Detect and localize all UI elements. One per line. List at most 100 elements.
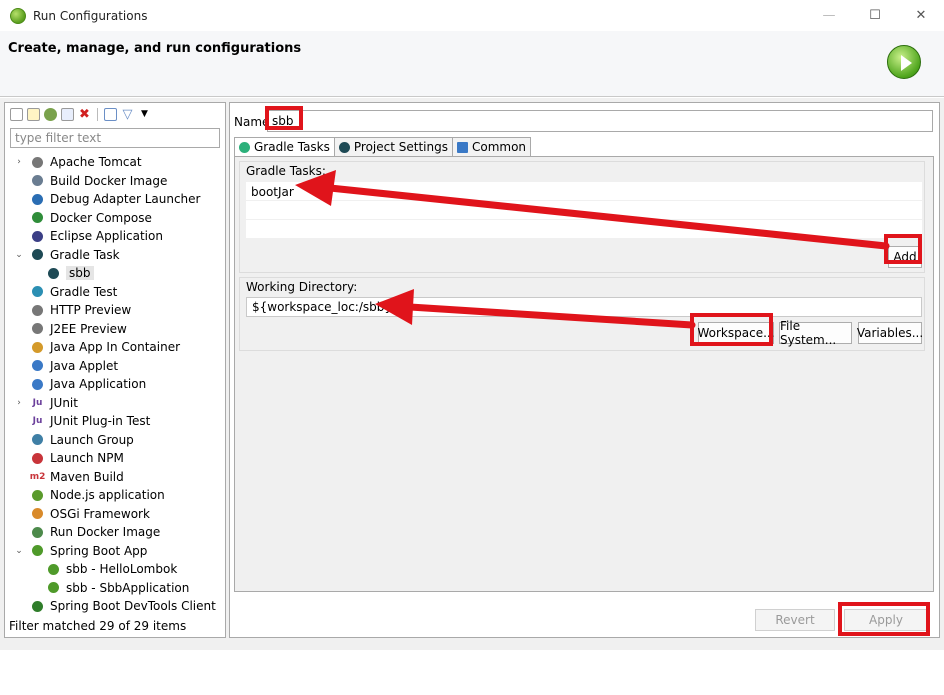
common-icon: [456, 141, 468, 153]
tree-item-label: Java Applet: [50, 358, 119, 373]
tree-item[interactable]: Launch Group: [5, 431, 225, 450]
tree-item[interactable]: Java App In Container: [5, 338, 225, 357]
tree-item[interactable]: Spring Boot DevTools Client: [5, 597, 225, 616]
expand-toggle-icon[interactable]: ⌄: [13, 250, 25, 260]
tree-toolbar: ✖ ▽ ▼: [5, 103, 225, 125]
task-row[interactable]: bootJar: [246, 182, 922, 201]
close-button[interactable]: ✕: [898, 0, 944, 31]
tree-item[interactable]: ⌄ Gradle Task: [5, 246, 225, 265]
working-directory-input[interactable]: ${workspace_loc:/sbb}: [246, 297, 922, 317]
tree-item[interactable]: Build Docker Image: [5, 172, 225, 191]
tab-common[interactable]: Common: [451, 137, 532, 156]
file-system-button[interactable]: File System...: [779, 319, 852, 347]
filter-icon[interactable]: ▽: [121, 108, 134, 121]
tree-item[interactable]: Launch NPM: [5, 449, 225, 468]
tree-item[interactable]: Ju JUnit Plug-in Test: [5, 412, 225, 431]
tree-item-label: Gradle Task: [50, 247, 120, 262]
new-configuration-icon[interactable]: [10, 107, 23, 121]
tab-label: Common: [471, 140, 527, 154]
working-directory-label: Working Directory:: [246, 280, 358, 294]
tree-item-label: Node.js application: [50, 488, 165, 503]
apply-button[interactable]: Apply: [844, 609, 928, 631]
tree-item-label: Java Application: [50, 377, 147, 392]
tree-item[interactable]: Java Application: [5, 375, 225, 394]
eclipse-icon: [32, 230, 43, 242]
tree-item[interactable]: sbb: [5, 264, 225, 283]
gradle-tasks-group: Gradle Tasks: bootJar Add: [239, 161, 925, 273]
spring-boot-icon: [32, 545, 43, 557]
filter-input[interactable]: type filter text: [10, 128, 220, 148]
tree-item-label: Launch Group: [50, 432, 134, 447]
spring-devtools-icon: [32, 600, 43, 612]
expand-toggle-icon[interactable]: ›: [13, 157, 25, 167]
minimize-button[interactable]: —: [806, 0, 852, 31]
expand-toggle-icon[interactable]: ⌄: [13, 546, 25, 556]
tree-item[interactable]: m2 Maven Build: [5, 468, 225, 487]
tomcat-icon: [32, 156, 43, 168]
duplicate-icon[interactable]: [61, 107, 74, 121]
tree-item-label: Build Docker Image: [50, 173, 168, 188]
tree-item-label: J2EE Preview: [50, 321, 127, 336]
add-task-button[interactable]: Add: [888, 246, 922, 268]
spring-boot-icon: [48, 563, 59, 575]
maximize-button[interactable]: ☐: [852, 0, 898, 31]
variables-button[interactable]: Variables...: [857, 322, 923, 344]
tree-item[interactable]: Docker Compose: [5, 209, 225, 228]
maven-icon: m2: [29, 471, 46, 482]
tree-item-label: Docker Compose: [50, 210, 152, 225]
junit-plugin-icon: Ju: [32, 416, 43, 427]
gradle-tasks-list[interactable]: bootJar: [246, 182, 922, 239]
tab-label: Project Settings: [353, 140, 448, 154]
docker-build-icon: [32, 175, 43, 187]
tab-gradle-tasks[interactable]: Gradle Tasks: [234, 137, 335, 156]
tree-item[interactable]: J2EE Preview: [5, 320, 225, 339]
gradle-tasks-tab-body: Gradle Tasks: bootJar Add Working Direct…: [234, 156, 934, 592]
tree-item[interactable]: Node.js application: [5, 486, 225, 505]
gradle-tasks-label: Gradle Tasks:: [246, 164, 326, 178]
tree-item[interactable]: Run Docker Image: [5, 523, 225, 542]
workspace-button[interactable]: Workspace...: [697, 322, 775, 344]
gradle-icon: [338, 141, 350, 153]
tree-item[interactable]: › Apache Tomcat: [5, 153, 225, 172]
banner-title: Create, manage, and run configurations: [8, 41, 302, 56]
filter-status: Filter matched 29 of 29 items: [9, 619, 187, 633]
title-bar: Run Configurations — ☐ ✕: [0, 0, 944, 31]
new-prototype-icon[interactable]: [27, 107, 40, 121]
tree-item-label: sbb - SbbApplication: [66, 580, 190, 595]
tree-item[interactable]: Debug Adapter Launcher: [5, 190, 225, 209]
tree-item[interactable]: sbb - SbbApplication: [5, 579, 225, 598]
toolbar-separator: [97, 107, 98, 121]
java-applet-icon: [32, 360, 43, 372]
tree-item-label: Spring Boot DevTools Client: [50, 599, 216, 614]
tree-item[interactable]: Gradle Test: [5, 283, 225, 302]
dialog-content: ✖ ▽ ▼ type filter text › Apache Tomcat Bui…: [0, 98, 944, 650]
tree-item-label: Debug Adapter Launcher: [50, 192, 201, 207]
tree-item[interactable]: HTTP Preview: [5, 301, 225, 320]
expand-toggle-icon[interactable]: ›: [13, 398, 25, 408]
delete-icon[interactable]: ✖: [78, 108, 91, 121]
tree-item[interactable]: ⌄ Spring Boot App: [5, 542, 225, 561]
tree-item[interactable]: Eclipse Application: [5, 227, 225, 246]
task-row[interactable]: [246, 201, 922, 220]
collapse-all-icon[interactable]: [104, 107, 117, 121]
tree-item-label: Spring Boot App: [50, 543, 148, 558]
docker-compose-icon: [32, 212, 43, 224]
task-row[interactable]: [246, 220, 922, 239]
tree-item-label: JUnit: [50, 395, 78, 410]
view-menu-icon[interactable]: ▼: [138, 108, 151, 121]
tree-item[interactable]: › Ju JUnit: [5, 394, 225, 413]
tree-item-label: Eclipse Application: [50, 229, 163, 244]
java-container-icon: [32, 341, 43, 353]
name-input[interactable]: sbb: [267, 110, 933, 132]
working-directory-group: Working Directory: ${workspace_loc:/sbb}…: [239, 277, 925, 351]
export-icon[interactable]: [44, 107, 57, 121]
tree-item[interactable]: Java Applet: [5, 357, 225, 376]
tree-item[interactable]: sbb - HelloLombok: [5, 560, 225, 579]
tree-item-label: Launch NPM: [50, 451, 124, 466]
tab-project-settings[interactable]: Project Settings: [333, 137, 453, 156]
tree-item[interactable]: OSGi Framework: [5, 505, 225, 524]
gradle-test-icon: [32, 286, 43, 298]
tree-item-label: Maven Build: [50, 469, 124, 484]
revert-button[interactable]: Revert: [755, 609, 835, 631]
spring-boot-icon: [48, 582, 59, 594]
